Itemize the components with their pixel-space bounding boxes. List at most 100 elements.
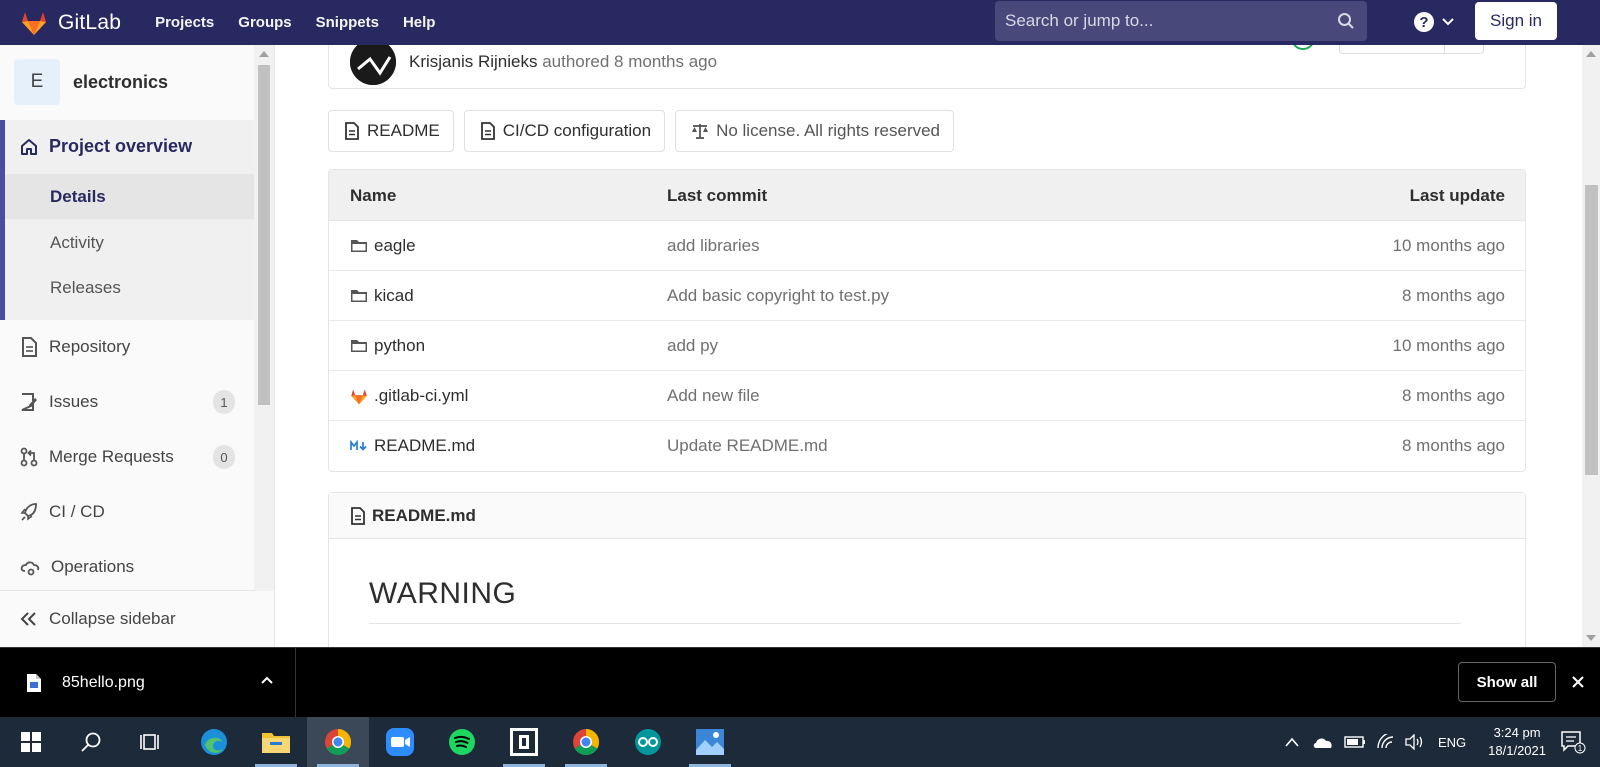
project-overview-link[interactable]: Project overview <box>19 136 192 157</box>
table-row[interactable]: kicad Add basic copyright to test.py 8 m… <box>329 271 1525 321</box>
file-name-link[interactable]: kicad <box>350 286 414 306</box>
table-header: Name Last commit Last update <box>329 170 1525 221</box>
pipeline-status-icon[interactable] <box>1291 45 1315 50</box>
license-button[interactable]: No license. All rights reserved <box>675 110 955 152</box>
help-dropdown[interactable]: ? <box>1413 11 1455 33</box>
readme-header[interactable]: README.md <box>329 493 1525 539</box>
file-name-link[interactable]: README.md <box>350 436 475 456</box>
gitlab-logo[interactable]: GitLab <box>20 10 121 36</box>
commit-sha-button-group[interactable] <box>1339 45 1484 54</box>
file-name-link[interactable]: .gitlab-ci.yml <box>350 386 468 406</box>
nav-groups[interactable]: Groups <box>238 14 291 31</box>
photos-app[interactable] <box>679 717 741 767</box>
task-view-icon <box>140 734 159 750</box>
table-row[interactable]: eagle add libraries 10 months ago <box>329 221 1525 271</box>
remote-app[interactable] <box>493 717 555 767</box>
file-explorer-app[interactable] <box>245 717 307 767</box>
language-indicator[interactable]: ENG <box>1438 735 1466 750</box>
search-input[interactable] <box>1005 11 1335 31</box>
commit-message-link[interactable]: add libraries <box>667 236 760 256</box>
arduino-app[interactable] <box>617 717 679 767</box>
volume-icon[interactable] <box>1404 734 1424 750</box>
windows-icon <box>21 732 41 752</box>
edge-icon <box>201 729 227 755</box>
issues-icon <box>21 393 37 411</box>
sidebar-item-issues[interactable]: Issues 1 <box>20 390 235 414</box>
chevron-up-icon[interactable] <box>1284 736 1300 748</box>
onedrive-icon[interactable] <box>1312 735 1334 749</box>
sidebar-item-label: CI / CD <box>49 502 105 521</box>
zoom-icon <box>386 728 414 756</box>
folder-icon <box>351 340 367 352</box>
edge-app[interactable] <box>183 717 245 767</box>
table-row[interactable]: python add py 10 months ago <box>329 321 1525 371</box>
file-name-link[interactable]: python <box>350 336 425 356</box>
close-icon[interactable] <box>1570 674 1586 690</box>
sidebar-item-label: Operations <box>51 557 135 576</box>
issues-count-badge: 1 <box>213 390 235 414</box>
author-avatar[interactable] <box>350 45 396 85</box>
wifi-icon[interactable] <box>1376 734 1396 750</box>
commit-message-link[interactable]: Add basic copyright to test.py <box>667 286 889 306</box>
scroll-up-arrow[interactable] <box>259 51 269 57</box>
table-row[interactable]: README.md Update README.md 8 months ago <box>329 421 1525 471</box>
downloads-bar: 85hello.png Show all <box>0 647 1600 718</box>
battery-icon[interactable] <box>1344 736 1366 748</box>
question-icon: ? <box>1414 12 1434 32</box>
chevron-up-icon[interactable] <box>260 675 274 685</box>
sidebar-item-label: Repository <box>49 337 131 356</box>
table-row[interactable]: .gitlab-ci.yml Add new file 8 months ago <box>329 371 1525 421</box>
readme-button[interactable]: README <box>328 110 454 152</box>
commit-message-link[interactable]: Update README.md <box>667 436 828 456</box>
spotify-app[interactable] <box>431 717 493 767</box>
commit-author-link[interactable]: Krisjanis Rijnieks <box>409 52 537 71</box>
sidebar-item-ci-cd[interactable]: CI / CD <box>20 502 235 522</box>
gitlab-tanuki-icon <box>22 11 46 35</box>
sidebar-item-details[interactable]: Details <box>5 174 255 219</box>
top-navbar: GitLab Projects Groups Snippets Help ? S… <box>0 0 1600 45</box>
chrome-app[interactable] <box>307 717 369 767</box>
page-scrollbar-thumb[interactable] <box>1585 185 1598 475</box>
chrome-icon <box>325 728 352 756</box>
ci-cd-configuration-button[interactable]: CI/CD configuration <box>463 110 666 152</box>
scroll-up-arrow[interactable] <box>1586 51 1596 57</box>
commit-message-link[interactable]: Add new file <box>667 386 760 406</box>
brand-name: GitLab <box>58 10 122 34</box>
sidebar-item-label: Merge Requests <box>49 447 174 466</box>
last-update: 8 months ago <box>1401 386 1505 405</box>
sign-in-button[interactable]: Sign in <box>1475 2 1557 40</box>
commit-message-link[interactable]: add py <box>667 336 718 356</box>
readme-filename: README.md <box>372 505 476 525</box>
start-button[interactable] <box>0 717 62 767</box>
sidebar-item-activity[interactable]: Activity <box>50 233 104 253</box>
sidebar-item-repository[interactable]: Repository <box>20 337 235 357</box>
sidebar-item-merge-requests[interactable]: Merge Requests 0 <box>20 445 235 469</box>
project-header[interactable]: E electronics <box>14 59 168 105</box>
chrome-profile-app[interactable] <box>555 717 617 767</box>
nav-snippets[interactable]: Snippets <box>316 14 379 31</box>
scroll-down-arrow[interactable] <box>1586 635 1596 641</box>
search-taskbar-button[interactable] <box>60 717 122 767</box>
bracket-app-icon <box>510 728 538 756</box>
arduino-icon <box>635 729 661 755</box>
download-item[interactable]: 85hello.png <box>0 648 296 718</box>
file-name-link[interactable]: eagle <box>350 236 416 256</box>
nav-projects[interactable]: Projects <box>155 14 214 31</box>
file-name: README.md <box>374 436 476 455</box>
sidebar-scrollbar-thumb[interactable] <box>258 65 270 405</box>
show-all-button[interactable]: Show all <box>1458 662 1556 702</box>
clock[interactable]: 3:24 pm 18/1/2021 <box>1488 724 1546 760</box>
sidebar-item-operations[interactable]: Operations <box>20 557 235 577</box>
sidebar-item-releases[interactable]: Releases <box>50 278 121 298</box>
search-icon[interactable] <box>1337 12 1355 30</box>
page-scrollbar[interactable] <box>1582 45 1600 647</box>
system-tray: ENG 3:24 pm 18/1/2021 1 <box>1284 717 1600 767</box>
sidebar-scrollbar[interactable] <box>254 45 274 591</box>
download-filename: 85hello.png <box>62 674 145 691</box>
zoom-app[interactable] <box>369 717 431 767</box>
notification-icon[interactable]: 1 <box>1560 730 1586 754</box>
nav-help[interactable]: Help <box>403 14 436 31</box>
ci-cd-configuration-label: CI/CD configuration <box>502 121 652 140</box>
task-view-button[interactable] <box>120 717 182 767</box>
collapse-sidebar-button[interactable]: Collapse sidebar <box>0 590 255 647</box>
